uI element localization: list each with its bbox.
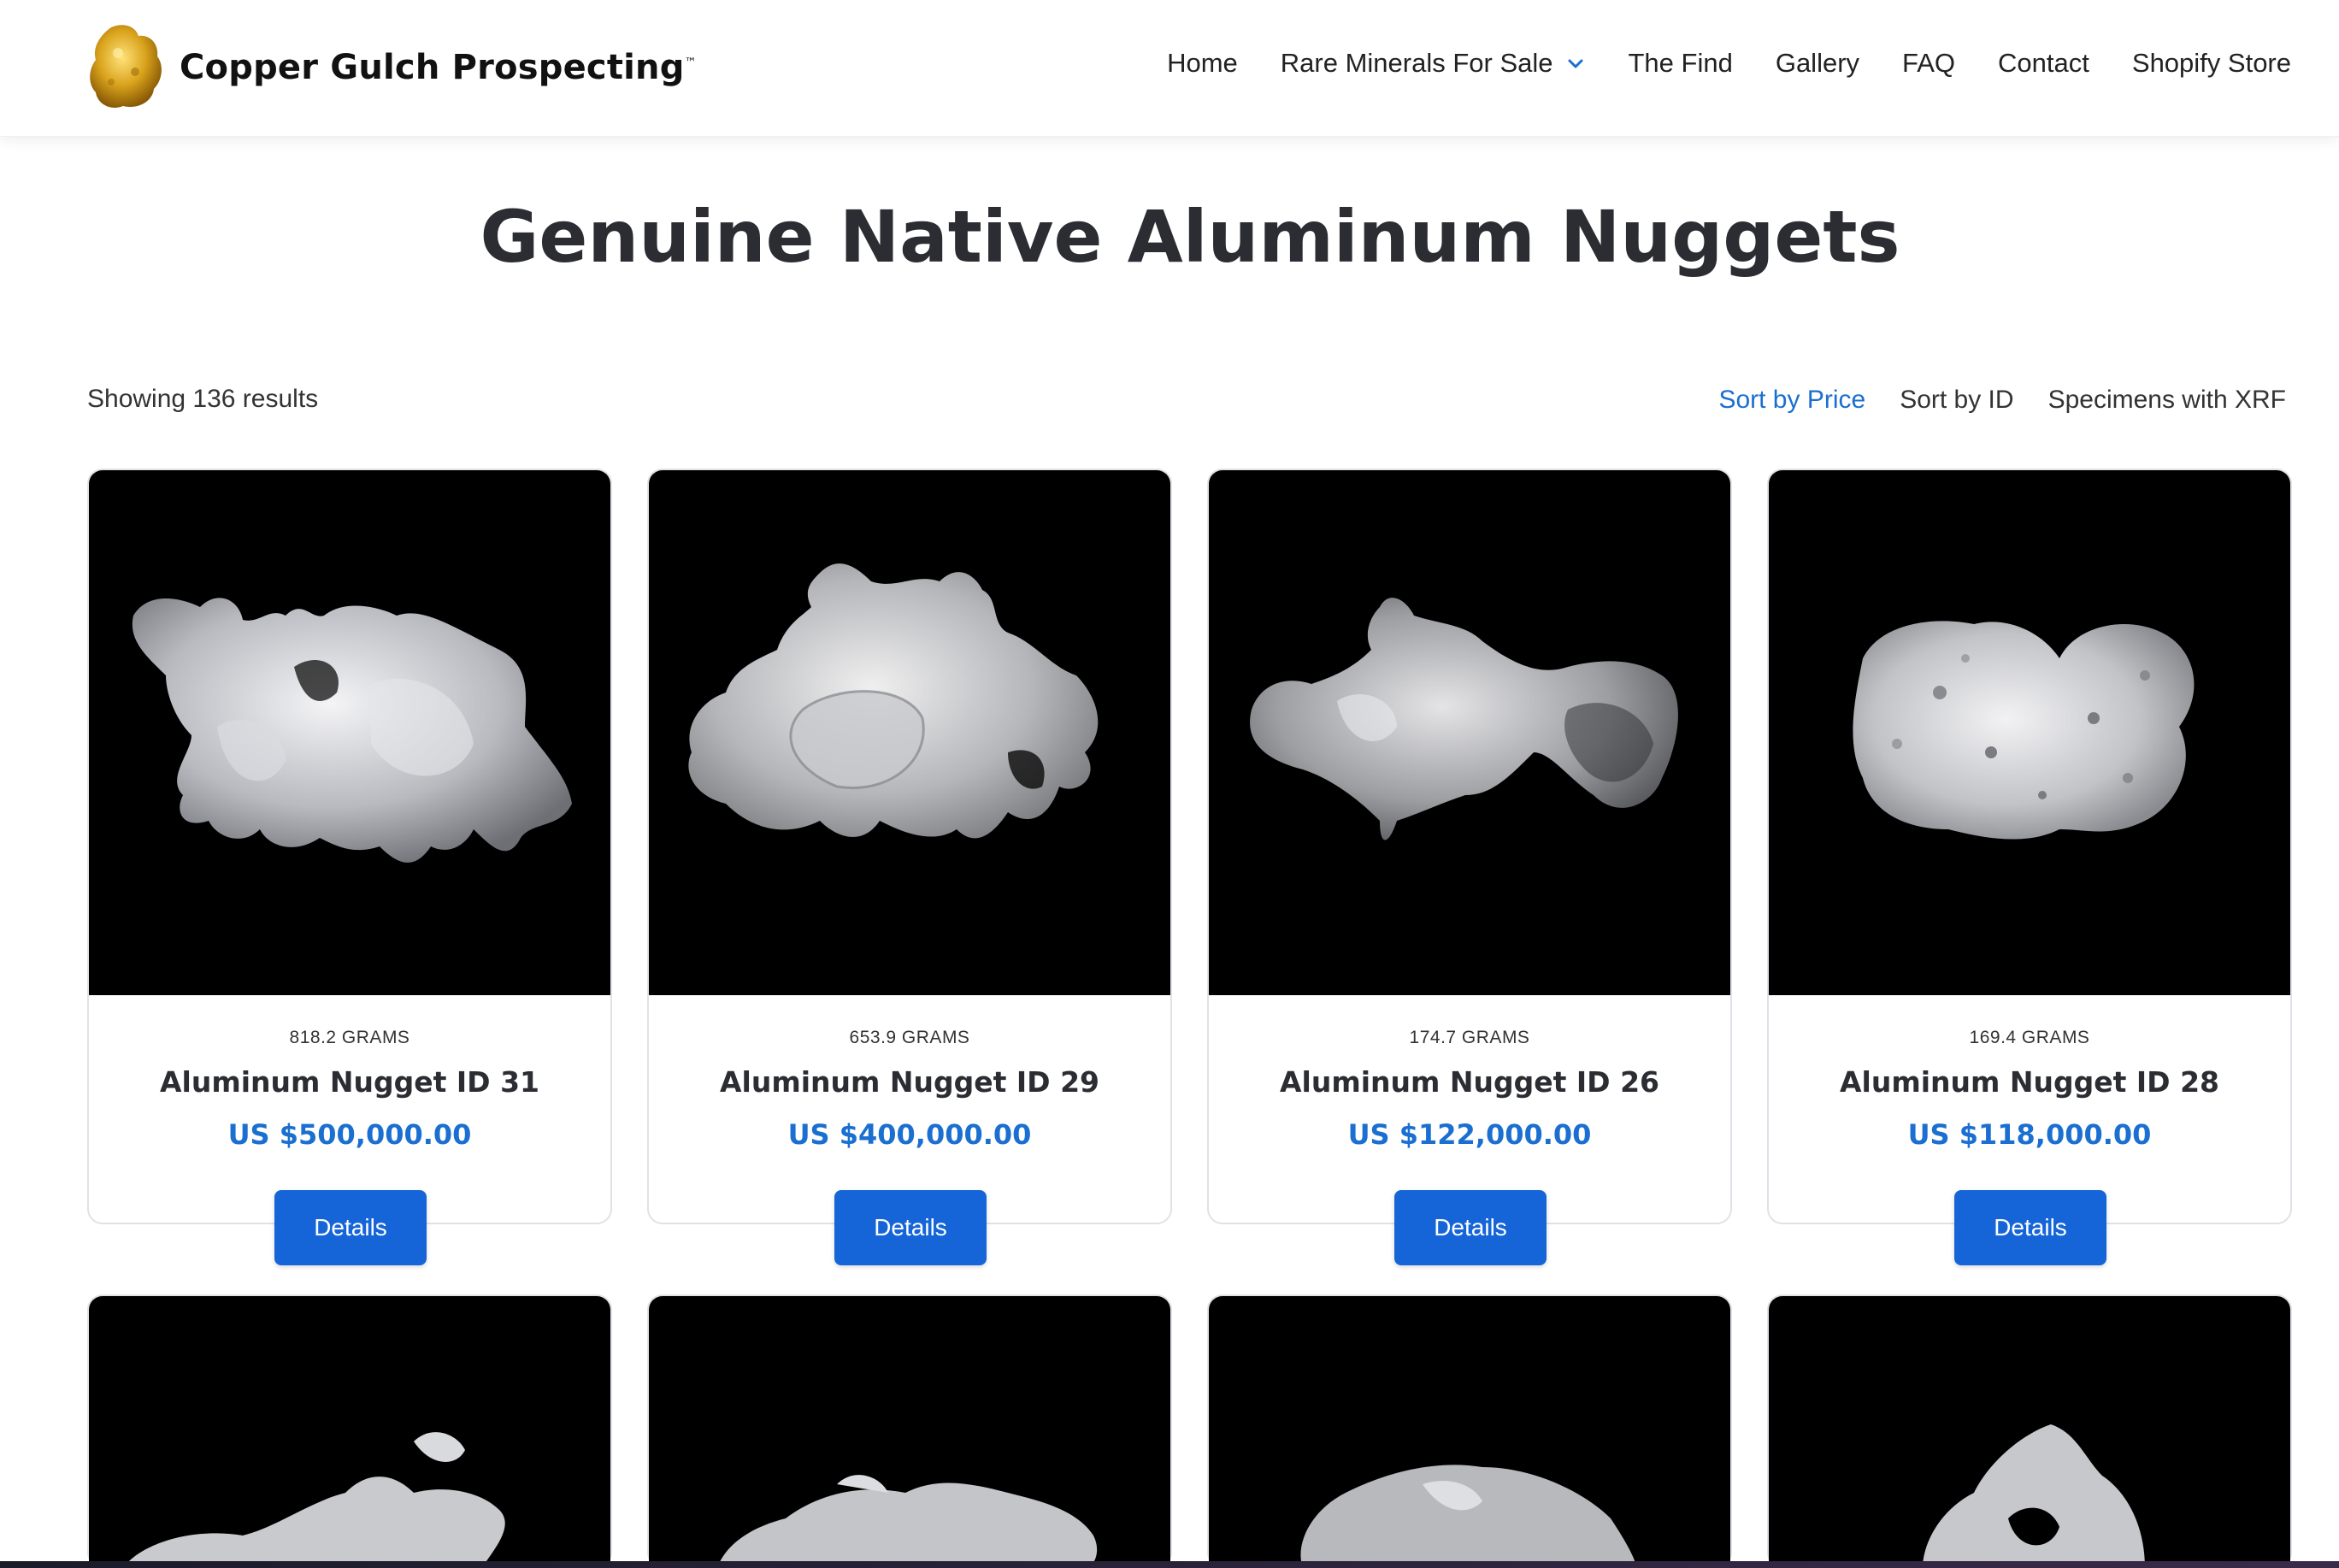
aluminum-nugget-image [132,598,573,863]
product-card[interactable] [1207,1294,1732,1568]
details-button[interactable]: Details [1394,1190,1547,1265]
product-weight: 174.7 GRAMS [1409,1028,1530,1047]
product-image[interactable] [649,470,1170,995]
aluminum-nugget-image [1853,621,2195,840]
product-name[interactable]: Aluminum Nugget ID 29 [649,1065,1170,1099]
aluminum-nugget-image [1250,598,1678,840]
aluminum-nugget-image [123,1432,505,1568]
product-image[interactable] [89,470,610,995]
page-title: Genuine Native Aluminum Nuggets [480,195,1900,279]
nav-faq[interactable]: FAQ [1902,48,1955,79]
product-card[interactable] [1767,1294,2292,1568]
product-price: US $400,000.00 [787,1118,1032,1151]
nav-shopify-store[interactable]: Shopify Store [2132,48,2291,79]
aluminum-nugget-image [717,1475,1098,1568]
results-count: Showing 136 results [87,385,319,413]
nav-contact[interactable]: Contact [1998,48,2089,79]
product-weight: 169.4 GRAMS [1969,1028,2090,1047]
product-price: US $118,000.00 [1907,1118,2152,1151]
sort-options: Sort by Price Sort by ID Specimens with … [1684,386,2286,415]
product-card[interactable]: 174.7 GRAMS Aluminum Nugget ID 26 US $12… [1207,469,1732,1265]
product-price: US $122,000.00 [1347,1118,1592,1151]
product-card[interactable]: 818.2 GRAMS Aluminum Nugget ID 31 US $50… [87,469,612,1265]
product-card[interactable] [647,1294,1172,1568]
product-weight: 818.2 GRAMS [289,1028,410,1047]
gold-nugget-logo-icon [90,25,162,109]
nav-gallery[interactable]: Gallery [1776,48,1859,79]
product-image[interactable] [649,1296,1170,1568]
product-image[interactable] [89,1296,610,1568]
nav-the-find[interactable]: The Find [1628,48,1732,79]
brand-logo[interactable]: Copper Gulch Prospecting™ [85,21,697,115]
specimens-with-xrf-link[interactable]: Specimens with XRF [2048,386,2286,415]
product-card[interactable]: 653.9 GRAMS Aluminum Nugget ID 29 US $40… [647,469,1172,1265]
aluminum-nugget-image [1300,1465,1636,1568]
nav-rare-minerals-for-sale[interactable]: Rare Minerals For Sale [1281,48,1586,79]
details-button[interactable]: Details [834,1190,987,1265]
aluminum-nugget-image [1923,1424,2145,1568]
chevron-down-icon [1568,59,1583,68]
sort-by-price-link[interactable]: Sort by Price [1718,386,1865,415]
bottom-edge-strip [0,1561,2339,1568]
aluminum-nugget-image [688,563,1099,839]
site-header: Copper Gulch Prospecting™ Home Rare Mine… [0,0,2339,137]
brand-name: Copper Gulch Prospecting™ [180,48,697,87]
product-weight: 653.9 GRAMS [849,1028,970,1047]
product-image[interactable] [1769,470,2290,995]
product-price: US $500,000.00 [227,1118,472,1151]
nav-home[interactable]: Home [1167,48,1238,79]
product-image[interactable] [1769,1296,2290,1568]
details-button[interactable]: Details [1954,1190,2106,1265]
product-name[interactable]: Aluminum Nugget ID 31 [89,1065,610,1099]
product-card[interactable] [87,1294,612,1568]
product-card[interactable]: 169.4 GRAMS Aluminum Nugget ID 28 US $11… [1767,469,2292,1265]
product-name[interactable]: Aluminum Nugget ID 26 [1209,1065,1730,1099]
product-name[interactable]: Aluminum Nugget ID 28 [1769,1065,2290,1099]
details-button[interactable]: Details [274,1190,427,1265]
sort-by-id-link[interactable]: Sort by ID [1900,386,2013,415]
product-image[interactable] [1209,1296,1730,1568]
main-nav: Home Rare Minerals For Sale The Find Gal… [1124,48,2291,79]
product-image[interactable] [1209,470,1730,995]
